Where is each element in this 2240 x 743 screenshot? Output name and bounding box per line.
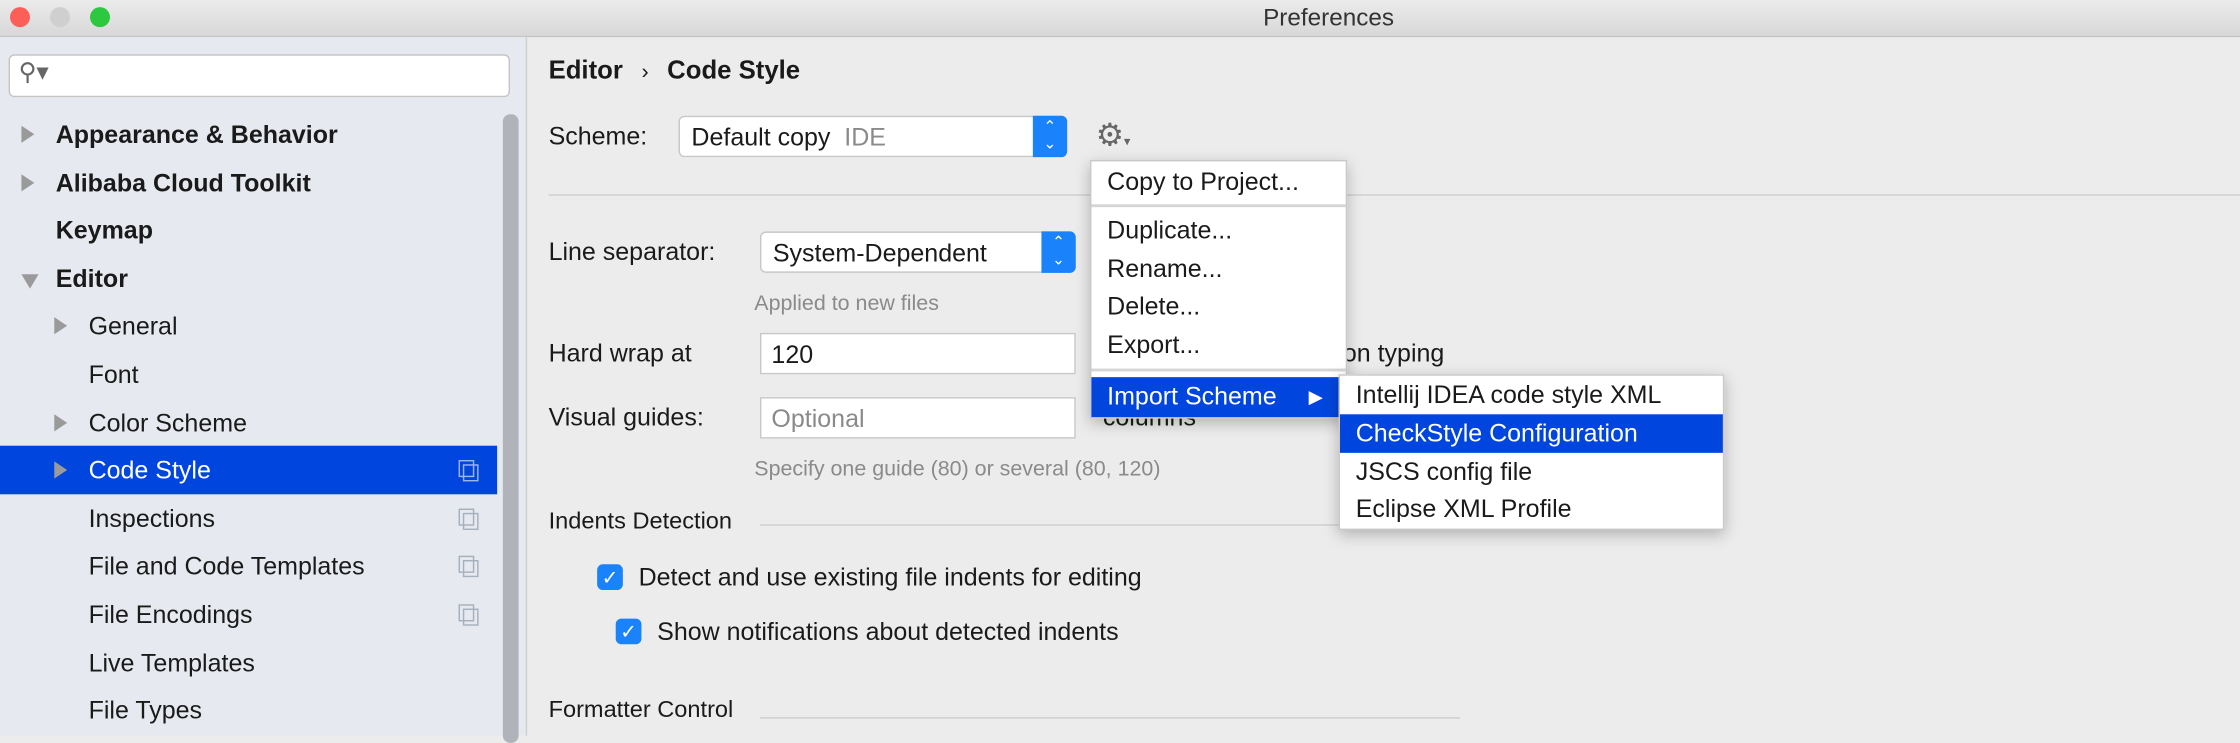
sidebar-item-label: Keymap xyxy=(55,215,153,245)
menu-separator xyxy=(1091,204,1346,208)
submenu-item-intellij-xml[interactable]: Intellij IDEA code style XML xyxy=(1340,376,1723,415)
project-settings-icon xyxy=(458,460,479,482)
breadcrumb-parent: Editor xyxy=(548,55,623,85)
submenu-item-eclipse-xml[interactable]: Eclipse XML Profile xyxy=(1340,490,1723,529)
collapsed-arrow-icon[interactable] xyxy=(54,413,68,431)
menu-item-rename[interactable]: Rename... xyxy=(1091,250,1345,289)
gear-icon[interactable]: ⚙▾ xyxy=(1096,117,1131,154)
sidebar-item-label: Code Style xyxy=(88,455,211,485)
line-separator-value: System-Dependent xyxy=(772,238,987,268)
divider xyxy=(548,194,2240,196)
line-separator-combo[interactable]: System-Dependent ⌃ ⌄ xyxy=(759,231,1076,273)
menu-item-export[interactable]: Export... xyxy=(1091,326,1345,365)
divider xyxy=(759,717,1460,719)
import-scheme-label: Import Scheme xyxy=(1107,381,1277,410)
submenu-item-checkstyle[interactable]: CheckStyle Configuration xyxy=(1339,414,1723,453)
sidebar-item-label: Appearance & Behavior xyxy=(55,119,338,149)
breadcrumb-current: Code Style xyxy=(667,55,801,85)
sidebar-item-label: Font xyxy=(88,359,139,389)
submenu-item-jscs[interactable]: JSCS config file xyxy=(1340,453,1723,492)
hard-wrap-input[interactable]: 120 xyxy=(759,332,1076,375)
project-settings-icon xyxy=(458,604,479,626)
indents-detection-title: Indents Detection xyxy=(548,508,733,535)
hard-wrap-label: Hard wrap at xyxy=(548,338,692,368)
menu-item-copy-to-project[interactable]: Copy to Project... xyxy=(1091,163,1345,202)
scheme-label: Scheme: xyxy=(548,121,648,150)
detect-indents-checkbox[interactable]: ✓ xyxy=(597,564,623,590)
sidebar-item-alibaba-cloud-toolkit[interactable]: Alibaba Cloud Toolkit xyxy=(0,158,497,207)
collapsed-arrow-icon[interactable] xyxy=(21,173,35,191)
visual-guides-label: Visual guides: xyxy=(548,402,704,432)
sidebar-item-label: File and Code Templates xyxy=(88,551,365,581)
sidebar-item-editor[interactable]: Editor xyxy=(0,254,497,303)
sidebar-item-general[interactable]: General xyxy=(0,302,497,351)
sidebar-item-label: File Encodings xyxy=(88,599,253,629)
sidebar-item-label: General xyxy=(88,311,178,341)
title-bar: Preferences xyxy=(0,0,2240,38)
detect-indents-label: Detect and use existing file indents for… xyxy=(638,562,1142,592)
collapsed-arrow-icon[interactable] xyxy=(21,125,35,143)
chevron-updown-icon: ⌃ ⌄ xyxy=(1032,115,1068,158)
breadcrumb: Editor › Code Style xyxy=(549,56,801,86)
sidebar-item-font[interactable]: Font xyxy=(0,350,497,399)
sidebar-item-appearance-behavior[interactable]: Appearance & Behavior xyxy=(0,110,497,159)
sidebar: ⚲▾ Appearance & Behavior Alibaba Cloud To… xyxy=(0,37,528,736)
search-input[interactable]: ⚲▾ xyxy=(8,54,510,98)
visual-guides-input[interactable]: Optional xyxy=(759,397,1076,439)
sidebar-item-label: Alibaba Cloud Toolkit xyxy=(55,167,311,197)
gear-menu: Copy to Project... Duplicate... Rename..… xyxy=(1089,159,1348,419)
sidebar-scrollbar[interactable] xyxy=(502,114,519,743)
wrap-on-typing-label: on typing xyxy=(1342,338,1445,368)
menu-item-duplicate[interactable]: Duplicate... xyxy=(1091,211,1345,250)
sidebar-item-file-types[interactable]: File Types xyxy=(0,686,497,735)
visual-guides-hint: Specify one guide (80) or several (80, 1… xyxy=(754,457,1161,482)
line-separator-label: Line separator: xyxy=(548,237,716,266)
menu-separator xyxy=(1091,368,1346,372)
sidebar-item-live-templates[interactable]: Live Templates xyxy=(0,638,497,687)
import-scheme-submenu: Intellij IDEA code style XML CheckStyle … xyxy=(1338,374,1725,530)
sidebar-item-label: Color Scheme xyxy=(88,407,247,437)
expanded-arrow-icon[interactable] xyxy=(21,273,39,289)
visual-guides-placeholder: Optional xyxy=(771,404,865,433)
menu-item-import-scheme[interactable]: Import Scheme ▶ xyxy=(1091,377,1346,418)
line-separator-hint: Applied to new files xyxy=(754,291,939,316)
breadcrumb-separator: › xyxy=(641,59,649,85)
collapsed-arrow-icon[interactable] xyxy=(54,461,68,479)
project-settings-icon xyxy=(458,556,479,578)
sidebar-item-code-style[interactable]: Code Style xyxy=(0,445,498,495)
formatter-control-title: Formatter Control xyxy=(548,697,734,723)
window-title: Preferences xyxy=(1263,4,1395,32)
chevron-updown-icon: ⌃ ⌄ xyxy=(1041,231,1076,273)
collapsed-arrow-icon[interactable] xyxy=(54,317,68,335)
sidebar-item-file-encodings[interactable]: File Encodings xyxy=(0,590,497,639)
scheme-value: Default copy xyxy=(691,122,831,152)
sidebar-item-label: Editor xyxy=(55,263,128,293)
sidebar-item-file-and-code-templates[interactable]: File and Code Templates xyxy=(0,542,497,591)
sidebar-item-color-scheme[interactable]: Color Scheme xyxy=(0,398,497,447)
submenu-arrow-icon: ▶ xyxy=(1308,385,1323,408)
search-icon: ⚲▾ xyxy=(18,58,49,86)
sidebar-item-keymap[interactable]: Keymap xyxy=(0,206,497,255)
scheme-combo[interactable]: Default copy IDE ⌃ ⌄ xyxy=(678,115,1068,158)
sidebar-item-label: File Types xyxy=(88,695,203,725)
hard-wrap-value: 120 xyxy=(771,339,814,369)
show-notifications-checkbox[interactable]: ✓ xyxy=(615,618,642,645)
sidebar-item-inspections[interactable]: Inspections xyxy=(0,494,497,543)
sidebar-item-label: Inspections xyxy=(88,503,216,533)
scheme-tag: IDE xyxy=(844,122,887,152)
show-notifications-label: Show notifications about detected indent… xyxy=(657,617,1119,646)
menu-item-delete[interactable]: Delete... xyxy=(1091,287,1345,326)
project-settings-icon xyxy=(458,508,479,530)
sidebar-item-label: Live Templates xyxy=(88,647,255,677)
